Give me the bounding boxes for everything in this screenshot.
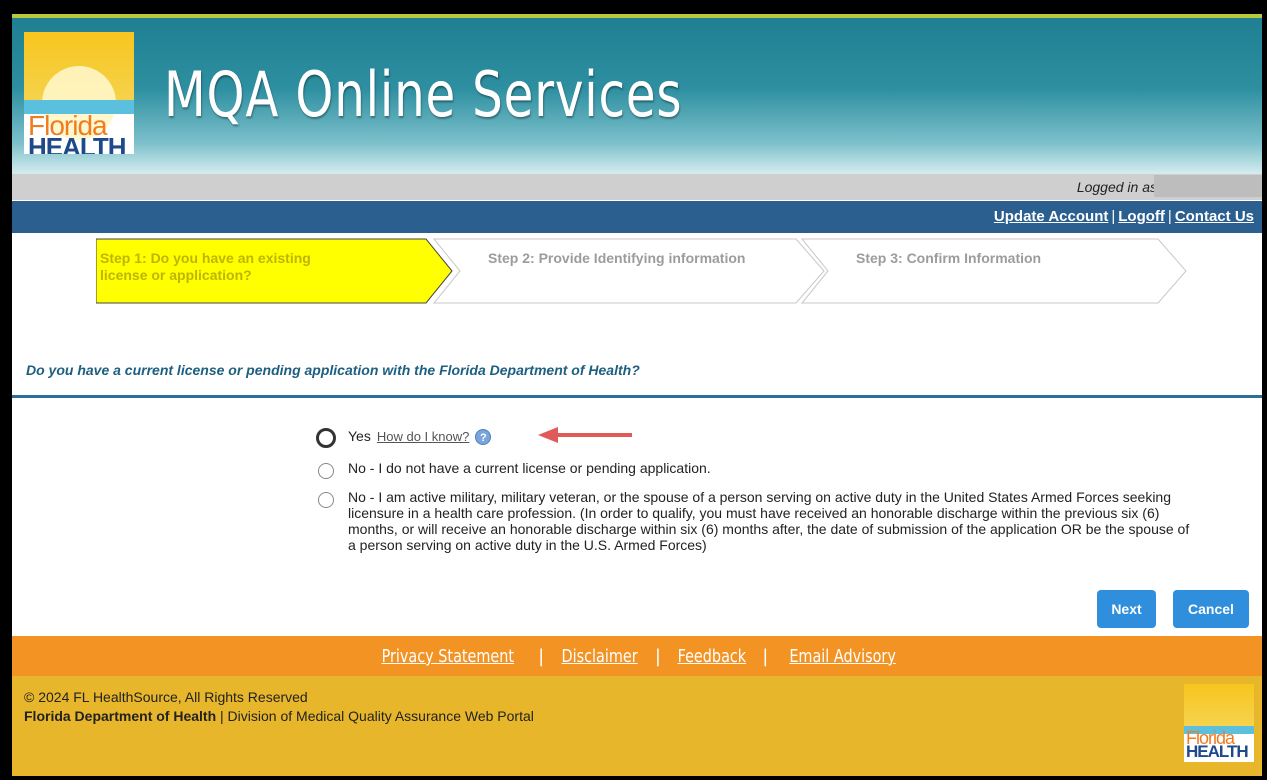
- option-no-military-label: No - I am active military, military vete…: [348, 489, 1190, 553]
- question-divider: [12, 395, 1262, 398]
- annotation-arrow-icon: [538, 427, 632, 443]
- contact-us-link[interactable]: Contact Us: [1175, 208, 1254, 225]
- step-2-chevron: [432, 238, 825, 304]
- link-separator: |: [1167, 208, 1172, 225]
- org-line: Florida Department of Health | Division …: [24, 707, 534, 726]
- option-no-military[interactable]: No - I am active military, military vete…: [318, 489, 1198, 553]
- cancel-button[interactable]: Cancel: [1173, 590, 1249, 628]
- footer-florida-health-logo: Florida HEALTH: [1184, 684, 1254, 762]
- update-account-link[interactable]: Update Account: [994, 208, 1108, 225]
- how-do-i-know-link[interactable]: How do I know?: [377, 429, 470, 444]
- org-name: Florida Department of Health: [24, 708, 217, 724]
- footer-separator: |: [654, 646, 661, 667]
- question-heading: Do you have a current license or pending…: [26, 362, 640, 378]
- step-2-label: Step 2: Provide Identifying information: [488, 250, 746, 266]
- progress-steps: Step 1: Do you have an existing license …: [96, 238, 1196, 304]
- option-no-license-label: No - I do not have a current license or …: [348, 460, 711, 476]
- step-1-label: Step 1: Do you have an existing license …: [100, 250, 311, 283]
- footer-logo-health-text: HEALTH: [1186, 742, 1249, 761]
- logoff-link[interactable]: Logoff: [1118, 208, 1165, 225]
- footer-separator: |: [762, 646, 769, 667]
- privacy-statement-link[interactable]: Privacy Statement: [381, 646, 514, 667]
- next-button[interactable]: Next: [1097, 590, 1156, 628]
- feedback-link[interactable]: Feedback: [677, 646, 746, 667]
- option-no-license[interactable]: No - I do not have a current license or …: [318, 460, 711, 479]
- page: Florida HEALTH MQA Online Services Logge…: [12, 14, 1262, 776]
- footer-copyright-block: © 2024 FL HealthSource, All Rights Reser…: [24, 688, 534, 726]
- yes-text: Yes: [348, 428, 371, 444]
- account-links: Update Account | Logoff | Contact Us: [994, 208, 1254, 225]
- org-division: | Division of Medical Quality Assurance …: [216, 708, 534, 724]
- no-license-radio[interactable]: [318, 463, 334, 479]
- step-3-chevron: [800, 238, 1187, 304]
- email-advisory-link[interactable]: Email Advisory: [789, 646, 896, 667]
- yes-radio[interactable]: [316, 428, 336, 448]
- disclaimer-link[interactable]: Disclaimer: [562, 646, 638, 667]
- footer-separator: |: [538, 646, 545, 667]
- user-bar: [12, 174, 1262, 200]
- step-3-label: Step 3: Confirm Information: [856, 250, 1042, 266]
- copyright-text: © 2024 FL HealthSource, All Rights Reser…: [24, 689, 308, 705]
- redacted-username: [1154, 175, 1262, 197]
- app-title: MQA Online Services: [164, 58, 683, 131]
- florida-health-logo[interactable]: Florida HEALTH: [24, 32, 134, 154]
- link-separator: |: [1111, 208, 1116, 225]
- option-yes-label: Yes How do I know??: [348, 428, 492, 448]
- footer-links: Privacy Statement | Disclaimer | Feedbac…: [12, 646, 1262, 667]
- logged-in-label: Logged in as: [1076, 179, 1157, 195]
- logo-health-text: HEALTH: [28, 132, 127, 154]
- option-yes[interactable]: Yes How do I know??: [316, 428, 492, 448]
- help-icon[interactable]: ?: [475, 429, 492, 446]
- no-military-radio[interactable]: [318, 492, 334, 508]
